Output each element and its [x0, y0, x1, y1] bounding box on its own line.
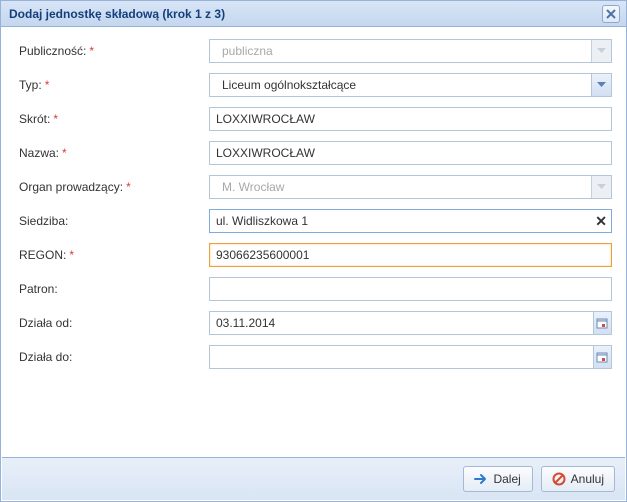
row-nazwa: Nazwa: * — [19, 141, 612, 165]
combo-organ: M. Wrocław — [209, 175, 612, 199]
input-patron[interactable] — [209, 277, 612, 301]
input-nazwa[interactable] — [209, 141, 612, 165]
combo-organ-trigger — [591, 176, 611, 198]
combo-organ-value: M. Wrocław — [216, 176, 591, 198]
required-marker: * — [53, 112, 58, 126]
label-patron: Patron: — [19, 282, 209, 296]
label-siedziba: Siedziba: — [19, 214, 209, 228]
input-dziala-od[interactable] — [209, 311, 594, 335]
next-button-label: Dalej — [493, 472, 520, 486]
input-skrot[interactable] — [209, 107, 612, 131]
combo-typ[interactable]: Liceum ogólnokształcące — [209, 73, 612, 97]
cancel-button[interactable]: Anuluj — [541, 466, 615, 492]
required-marker: * — [126, 180, 131, 194]
required-marker: * — [45, 78, 50, 92]
label-dziala-od: Działa od: — [19, 316, 209, 330]
arrow-right-icon — [474, 472, 488, 486]
combo-typ-value: Liceum ogólnokształcące — [216, 74, 591, 96]
required-marker: * — [62, 146, 67, 160]
label-skrot: Skrót: * — [19, 112, 209, 126]
label-publicznosc: Publiczność: * — [19, 44, 209, 58]
next-button[interactable]: Dalej — [463, 466, 533, 492]
clear-siedziba-icon[interactable]: ✕ — [595, 214, 607, 228]
cancel-button-label: Anuluj — [571, 472, 604, 486]
required-marker: * — [69, 248, 74, 262]
label-organ: Organ prowadzący: * — [19, 180, 209, 194]
label-typ: Typ: * — [19, 78, 209, 92]
row-patron: Patron: — [19, 277, 612, 301]
cancel-icon — [552, 472, 566, 486]
input-siedziba[interactable] — [209, 209, 612, 233]
label-nazwa: Nazwa: * — [19, 146, 209, 160]
row-dziala-do: Działa do: — [19, 345, 612, 369]
datepicker-dziala-do-trigger[interactable] — [593, 345, 612, 369]
input-dziala-do[interactable] — [209, 345, 594, 369]
row-skrot: Skrót: * — [19, 107, 612, 131]
close-button[interactable] — [602, 5, 620, 23]
close-icon — [606, 9, 616, 19]
row-organ: Organ prowadzący: * M. Wrocław — [19, 175, 612, 199]
form-body: Publiczność: * publiczna Typ: * Liceum o… — [1, 27, 626, 445]
row-dziala-od: Działa od: — [19, 311, 612, 335]
row-typ: Typ: * Liceum ogólnokształcące — [19, 73, 612, 97]
dialog-window: Dodaj jednostkę składową (krok 1 z 3) Pu… — [0, 0, 627, 502]
combo-publicznosc-value: publiczna — [216, 40, 591, 62]
row-regon: REGON: * — [19, 243, 612, 267]
row-siedziba: Siedziba: ✕ — [19, 209, 612, 233]
chevron-down-icon — [597, 82, 606, 88]
input-regon[interactable] — [209, 243, 612, 267]
required-marker: * — [89, 44, 94, 58]
row-publicznosc: Publiczność: * publiczna — [19, 39, 612, 63]
window-title: Dodaj jednostkę składową (krok 1 z 3) — [9, 7, 602, 21]
footer-toolbar: Dalej Anuluj — [2, 457, 625, 500]
chevron-down-icon — [597, 184, 606, 190]
datepicker-dziala-od-trigger[interactable] — [593, 311, 612, 335]
chevron-down-icon — [597, 48, 606, 54]
calendar-icon — [596, 317, 608, 329]
label-regon: REGON: * — [19, 248, 209, 262]
combo-publicznosc-trigger — [591, 40, 611, 62]
label-dziala-do: Działa do: — [19, 350, 209, 364]
calendar-icon — [596, 351, 608, 363]
combo-publicznosc: publiczna — [209, 39, 612, 63]
combo-typ-trigger[interactable] — [591, 74, 611, 96]
titlebar: Dodaj jednostkę składową (krok 1 z 3) — [1, 1, 626, 27]
